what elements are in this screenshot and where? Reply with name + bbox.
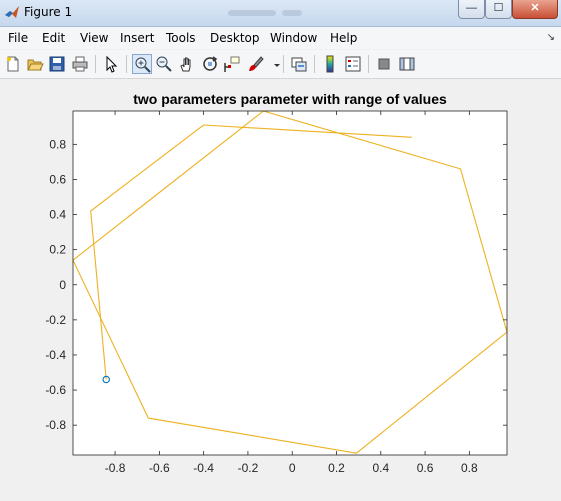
x-tick-label: -0.2 — [238, 461, 259, 475]
brush-dropdown-icon[interactable] — [267, 54, 280, 74]
y-tick-label: -0.2 — [45, 313, 66, 327]
edit-plot-arrow-icon[interactable] — [101, 54, 121, 74]
zoom-in-icon[interactable] — [132, 54, 152, 74]
print-icon[interactable] — [70, 54, 90, 74]
show-plot-tools-icon[interactable] — [397, 54, 417, 74]
y-tick-label: 0.8 — [49, 137, 66, 151]
blurred-background-text — [282, 10, 302, 16]
y-tick-label: -0.8 — [45, 418, 66, 432]
blurred-background-text — [228, 10, 276, 16]
save-icon[interactable] — [47, 54, 67, 74]
new-figure-icon[interactable] — [3, 54, 23, 74]
x-tick-label: 0.2 — [328, 461, 345, 475]
axes-background — [73, 111, 507, 455]
menu-file[interactable]: File — [8, 31, 28, 45]
open-file-icon[interactable] — [25, 54, 45, 74]
y-tick-label: 0.2 — [49, 243, 66, 257]
menu-help[interactable]: Help — [330, 31, 357, 45]
menu-dock-arrow-icon[interactable]: ↘ — [547, 32, 555, 43]
zoom-out-icon[interactable] — [154, 54, 174, 74]
maximize-button[interactable]: ☐ — [485, 0, 512, 19]
menu-view[interactable]: View — [80, 31, 108, 45]
x-tick-label: -0.8 — [105, 461, 126, 475]
plot-canvas[interactable]: two parameters parameter with range of v… — [0, 79, 561, 501]
toolbar-separator — [368, 55, 369, 73]
brush-icon[interactable] — [245, 54, 265, 74]
colorbar-icon[interactable] — [320, 54, 340, 74]
matlab-logo-icon — [5, 6, 19, 18]
menu-tools[interactable]: Tools — [166, 31, 196, 45]
menu-insert[interactable]: Insert — [120, 31, 154, 45]
toolbar-separator — [95, 55, 96, 73]
x-tick-label: 0.4 — [372, 461, 389, 475]
window-titlebar: Figure 1 — ☐ ✕ — [0, 0, 561, 27]
window-title: Figure 1 — [24, 5, 73, 19]
x-tick-label: 0.8 — [461, 461, 478, 475]
rotate-3d-icon[interactable] — [200, 54, 220, 74]
toolbar-separator — [314, 55, 315, 73]
chart-title: two parameters parameter with range of v… — [133, 91, 447, 107]
pan-hand-icon[interactable] — [177, 54, 197, 74]
x-tick-label: -0.4 — [193, 461, 214, 475]
y-tick-label: 0.6 — [49, 172, 66, 186]
figure-toolbar — [0, 50, 561, 79]
toolbar-separator — [126, 55, 127, 73]
x-tick-label: 0 — [289, 461, 296, 475]
link-plot-icon[interactable] — [289, 54, 309, 74]
minimize-button[interactable]: — — [458, 0, 485, 19]
toolbar-separator — [283, 55, 284, 73]
close-button[interactable]: ✕ — [512, 0, 558, 19]
y-tick-label: -0.6 — [45, 383, 66, 397]
y-tick-label: -0.4 — [45, 348, 66, 362]
x-tick-label: 0.6 — [417, 461, 434, 475]
menu-bar: File Edit View Insert Tools Desktop Wind… — [0, 27, 561, 49]
y-tick-label: 0 — [59, 278, 66, 292]
x-tick-label: -0.6 — [149, 461, 170, 475]
legend-icon[interactable] — [343, 54, 363, 74]
menu-window[interactable]: Window — [270, 31, 317, 45]
y-tick-label: 0.4 — [49, 208, 66, 222]
data-cursor-icon[interactable] — [222, 54, 242, 74]
hide-plot-tools-icon[interactable] — [374, 54, 394, 74]
menu-desktop[interactable]: Desktop — [210, 31, 260, 45]
menu-edit[interactable]: Edit — [42, 31, 65, 45]
